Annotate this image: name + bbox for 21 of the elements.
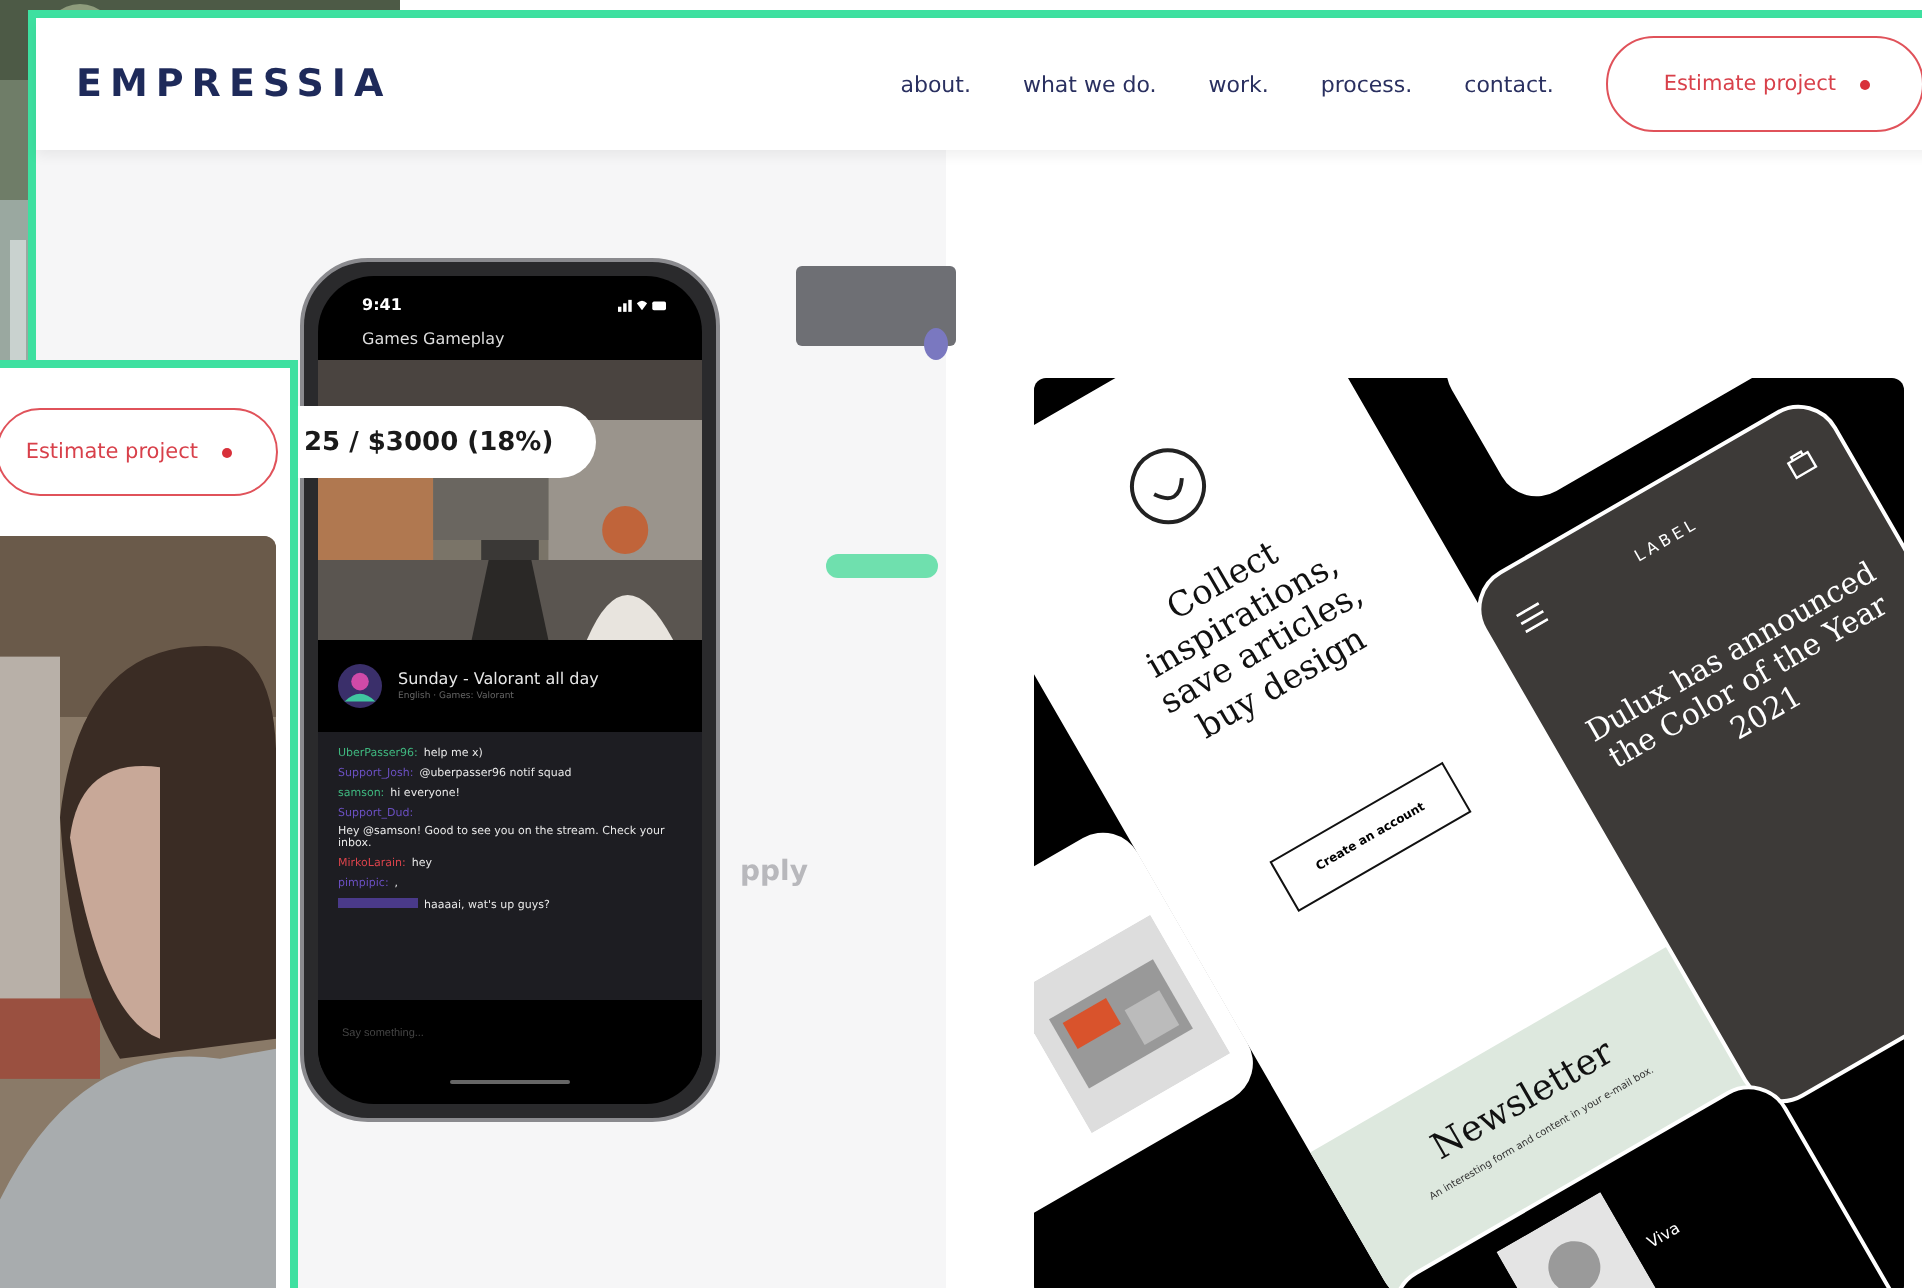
goal-text: 25 / $3000 (18%): [302, 427, 554, 457]
signal-icon: [618, 298, 666, 312]
nav-link[interactable]: what we do.: [1022, 71, 1157, 97]
estimate-project-button[interactable]: Estimate project: [1605, 36, 1922, 132]
nav-link[interactable]: about.: [900, 71, 971, 97]
home-indicator: [450, 1080, 570, 1084]
card-label: Viva: [1644, 1218, 1683, 1252]
nav-link[interactable]: contact.: [1464, 71, 1554, 97]
bag-icon[interactable]: [1783, 444, 1819, 481]
avatar-icon: [924, 328, 948, 360]
stream-title: Sunday - Valorant all day: [398, 670, 599, 688]
nav-link[interactable]: work.: [1208, 71, 1269, 97]
nav-link[interactable]: process.: [1320, 71, 1413, 97]
toggle-pill: [826, 554, 938, 578]
logo[interactable]: EMPRESSIA: [76, 62, 392, 106]
avatar-icon: [338, 664, 382, 708]
estimate-project-button[interactable]: Estimate project: [0, 408, 278, 496]
heading-text: pply: [740, 856, 808, 888]
status-time: 9:41: [362, 296, 402, 314]
screen-title: Games Gameplay: [360, 328, 507, 352]
menu-icon[interactable]: [1515, 601, 1549, 634]
